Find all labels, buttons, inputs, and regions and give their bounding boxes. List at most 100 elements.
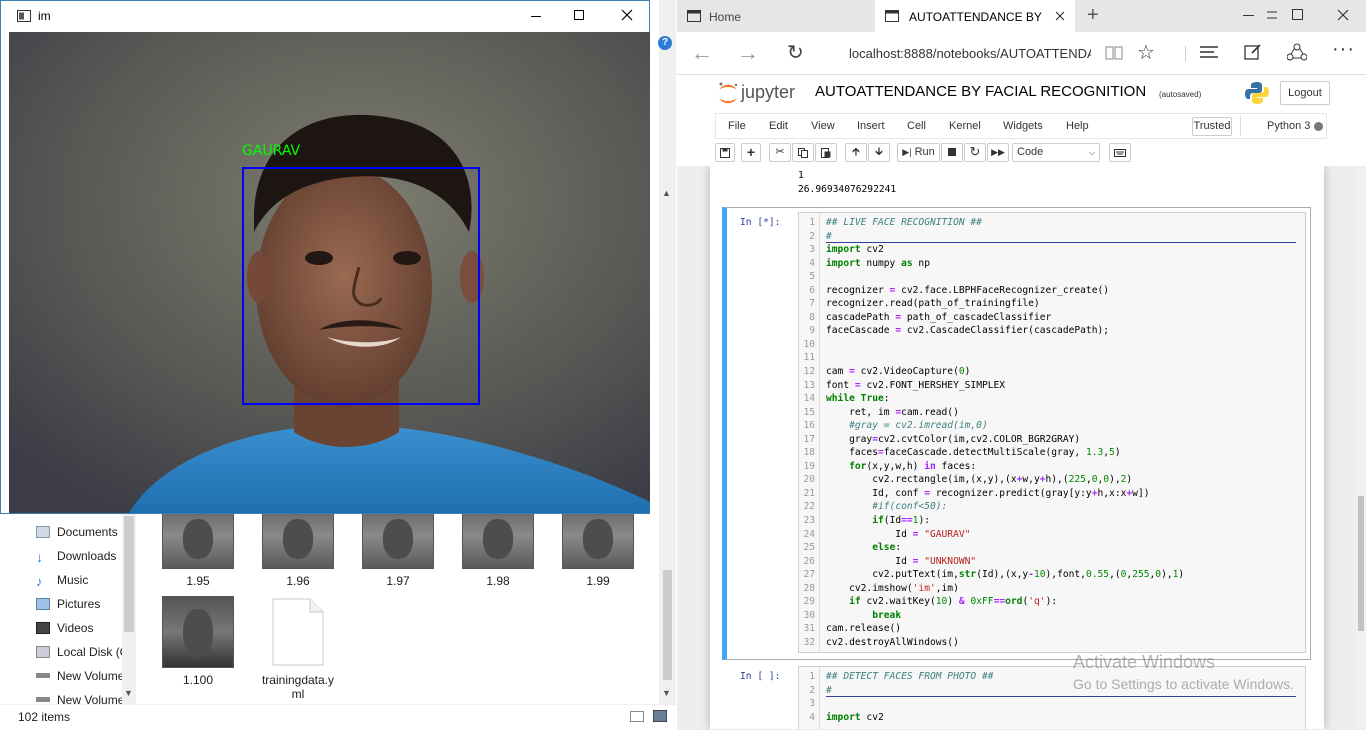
close-button[interactable] bbox=[621, 9, 633, 21]
cut-button[interactable]: ✂ bbox=[769, 143, 791, 162]
file-label[interactable]: 1.95 bbox=[153, 574, 243, 588]
file-label[interactable]: 1.98 bbox=[453, 574, 543, 588]
menu-kernel[interactable]: Kernel bbox=[949, 120, 981, 132]
url-field[interactable]: localhost:8888/notebooks/AUTOATTENDA bbox=[849, 46, 1091, 61]
refresh-icon[interactable]: ↻ bbox=[787, 40, 804, 65]
nav-item-new-volume-1[interactable]: New Volume bbox=[36, 666, 122, 686]
page-scroll-thumb[interactable] bbox=[1358, 496, 1364, 631]
tab-bar: Home AUTOATTENDANCE BY F + bbox=[677, 0, 1366, 32]
jupyter-logo-icon[interactable] bbox=[717, 81, 739, 107]
menu-edit[interactable]: Edit bbox=[769, 120, 788, 132]
command-palette-button[interactable] bbox=[1109, 143, 1131, 162]
nav-item-music[interactable]: ♪ Music bbox=[36, 570, 122, 590]
notebook-scroll-area[interactable]: 1 26.96934076292241 In [*]: 1 2 3 4 5 6 … bbox=[677, 166, 1356, 729]
jupyter-logo-text[interactable]: jupyter bbox=[741, 82, 795, 103]
nav-pane-scrollbar[interactable]: ▼ bbox=[122, 512, 136, 704]
menu-view[interactable]: View bbox=[811, 120, 835, 132]
file-list-scroll-thumb[interactable] bbox=[663, 570, 672, 680]
save-button[interactable] bbox=[715, 143, 735, 162]
camera-window[interactable]: im GAURAV bbox=[0, 0, 650, 514]
file-thumbnail[interactable] bbox=[162, 596, 234, 668]
notebook-title[interactable]: AUTOATTENDANCE BY FACIAL RECOGNITION bbox=[815, 83, 1146, 100]
nav-item-local-disk[interactable]: Local Disk (C bbox=[36, 642, 122, 662]
nav-item-documents[interactable]: Documents bbox=[36, 522, 122, 542]
hub-icon[interactable] bbox=[1200, 44, 1220, 60]
file-thumbnail[interactable] bbox=[562, 512, 634, 569]
forward-icon[interactable]: → bbox=[737, 40, 759, 66]
maximize-button[interactable] bbox=[1292, 9, 1303, 20]
chevron-down-icon[interactable]: ▼ bbox=[124, 688, 133, 698]
jupyter-toolbar: + ✂ 🡱 🡳 ▶| Run ↻ ▶▶ Code ⌵ bbox=[715, 141, 1327, 165]
copy-icon bbox=[798, 148, 808, 158]
share-icon[interactable] bbox=[1287, 43, 1307, 61]
restart-run-all-button[interactable]: ▶▶ bbox=[987, 143, 1009, 162]
face-bounding-box bbox=[242, 167, 480, 405]
file-label[interactable]: 1.99 bbox=[553, 574, 643, 588]
interrupt-kernel-button[interactable] bbox=[941, 143, 963, 162]
file-thumbnail[interactable] bbox=[262, 512, 334, 569]
webcam-frame: GAURAV bbox=[9, 32, 650, 513]
page-scrollbar[interactable] bbox=[1356, 166, 1366, 729]
drive-icon bbox=[36, 673, 50, 678]
file-thumbnail[interactable] bbox=[162, 512, 234, 569]
favorite-star-icon[interactable]: ☆ bbox=[1137, 40, 1155, 65]
edge-browser-window[interactable]: Home AUTOATTENDANCE BY F + ← → ↻ localho… bbox=[677, 0, 1366, 729]
minimize-button[interactable] bbox=[1243, 15, 1254, 16]
kernel-busy-icon bbox=[1314, 122, 1323, 131]
file-thumbnail[interactable] bbox=[462, 512, 534, 569]
arrow-up-icon: 🡱 bbox=[852, 146, 860, 158]
close-tab-icon[interactable] bbox=[1055, 11, 1065, 21]
code-text[interactable]: ## DETECT FACES FROM PHOTO ## # import c… bbox=[826, 670, 994, 724]
kernel-name[interactable]: Python 3 bbox=[1267, 120, 1310, 132]
copy-button[interactable] bbox=[792, 143, 814, 162]
code-text[interactable]: ## LIVE FACE RECOGNITION ## # import cv2… bbox=[826, 216, 1184, 650]
chevron-up-icon[interactable]: ▲ bbox=[662, 188, 671, 198]
nav-item-videos[interactable]: Videos bbox=[36, 618, 122, 638]
disk-icon bbox=[36, 646, 50, 658]
move-up-button[interactable]: 🡱 bbox=[845, 143, 867, 162]
nav-item-downloads[interactable]: ↓ Downloads bbox=[36, 546, 122, 566]
nav-item-pictures[interactable]: Pictures bbox=[36, 594, 122, 614]
tab-list-icon[interactable] bbox=[1267, 10, 1277, 20]
camera-window-titlebar[interactable]: im bbox=[1, 1, 649, 31]
details-view-icon[interactable] bbox=[630, 711, 644, 722]
restart-kernel-button[interactable]: ↻ bbox=[964, 143, 986, 162]
menu-widgets[interactable]: Widgets bbox=[1003, 120, 1043, 132]
drive-icon bbox=[36, 697, 50, 702]
activation-watermark-title: Activate Windows bbox=[1073, 652, 1216, 672]
file-label[interactable]: 1.96 bbox=[253, 574, 343, 588]
menu-help[interactable]: Help bbox=[1066, 120, 1089, 132]
tab-notebook[interactable]: AUTOATTENDANCE BY F bbox=[875, 0, 1075, 32]
close-button[interactable] bbox=[1337, 9, 1349, 21]
music-icon: ♪ bbox=[36, 574, 43, 589]
run-button[interactable]: ▶| Run bbox=[897, 143, 940, 162]
back-icon[interactable]: ← bbox=[691, 40, 713, 66]
maximize-button[interactable] bbox=[574, 10, 584, 20]
nav-scroll-thumb[interactable] bbox=[124, 516, 134, 632]
logout-button[interactable]: Logout bbox=[1280, 81, 1330, 105]
menu-cell[interactable]: Cell bbox=[907, 120, 926, 132]
menu-file[interactable]: File bbox=[728, 120, 746, 132]
paste-button[interactable] bbox=[815, 143, 837, 162]
insert-cell-button[interactable]: + bbox=[741, 143, 761, 162]
file-thumbnail[interactable] bbox=[362, 512, 434, 569]
menu-insert[interactable]: Insert bbox=[857, 120, 885, 132]
file-label[interactable]: 1.100 bbox=[153, 673, 243, 687]
tab-home[interactable]: Home bbox=[677, 0, 875, 32]
new-tab-button[interactable]: + bbox=[1087, 5, 1099, 25]
file-label-yml[interactable]: trainingdata.y ml bbox=[253, 673, 343, 701]
move-down-button[interactable]: 🡳 bbox=[868, 143, 890, 162]
document-file-icon[interactable] bbox=[272, 598, 324, 666]
more-icon[interactable]: ··· bbox=[1332, 38, 1355, 61]
trusted-indicator[interactable]: Trusted bbox=[1192, 117, 1232, 136]
web-note-icon[interactable] bbox=[1244, 43, 1262, 61]
cell-type-select[interactable]: Code ⌵ bbox=[1012, 143, 1100, 162]
address-bar-row: ← → ↻ localhost:8888/notebooks/AUTOATTEN… bbox=[677, 32, 1366, 75]
help-icon[interactable]: ? bbox=[658, 36, 672, 50]
file-label[interactable]: 1.97 bbox=[353, 574, 443, 588]
chevron-down-icon[interactable]: ▼ bbox=[662, 688, 671, 698]
large-icons-view-icon[interactable] bbox=[653, 710, 667, 722]
minimize-button[interactable] bbox=[528, 4, 544, 26]
file-list-scrollbar[interactable]: ▲ ▼ bbox=[659, 0, 676, 704]
reading-view-icon[interactable] bbox=[1105, 46, 1123, 60]
